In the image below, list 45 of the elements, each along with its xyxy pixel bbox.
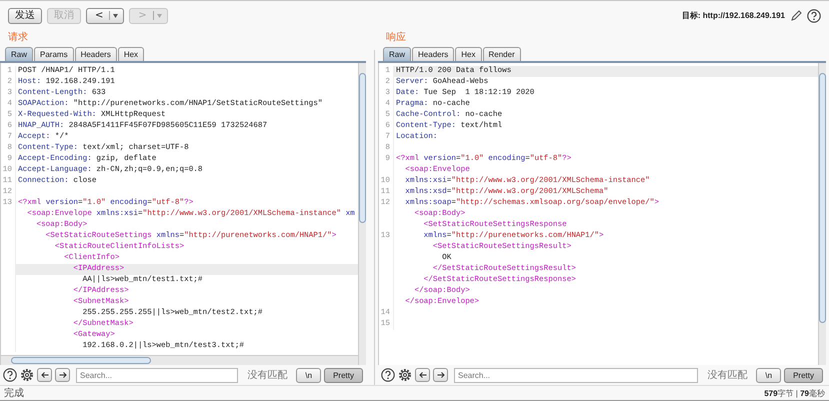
arrow-icon <box>418 372 426 378</box>
previous-button[interactable] <box>415 368 430 382</box>
arrow-icon <box>40 372 48 378</box>
match-status: 没有匹配 <box>707 369 748 382</box>
next-button[interactable] <box>55 368 70 382</box>
settings-icon[interactable] <box>20 368 34 382</box>
scrollbar[interactable] <box>358 63 366 365</box>
tab[interactable]: Headers <box>74 47 117 61</box>
settings-icon[interactable] <box>398 368 412 382</box>
tab[interactable]: Raw <box>5 47 34 61</box>
panel-heading: 请求 <box>7 30 29 45</box>
help-icon[interactable] <box>807 8 821 22</box>
tab[interactable]: Hex <box>118 47 144 61</box>
match-status: 没有匹配 <box>247 369 288 382</box>
tab[interactable]: Headers <box>412 47 454 61</box>
newline-button[interactable]: \n <box>756 368 782 382</box>
back-button[interactable]: < <box>86 8 124 24</box>
arrow-icon <box>58 372 66 378</box>
status-message: 完成 <box>4 386 24 400</box>
help-icon[interactable] <box>381 368 395 382</box>
caret-icon <box>156 14 162 18</box>
scrollbar-thumb[interactable] <box>819 73 826 323</box>
scrollbar[interactable] <box>818 63 826 365</box>
previous-button[interactable] <box>37 368 52 382</box>
next-button[interactable] <box>433 368 448 382</box>
response-stats: 579字节 | 79毫秒 <box>764 388 825 398</box>
search-field[interactable]: Search... <box>76 368 238 382</box>
scrollbar-thumb[interactable] <box>11 357 151 364</box>
pencil-icon[interactable] <box>790 10 802 22</box>
tab[interactable]: Raw <box>383 47 412 61</box>
send-button[interactable]: 发送 <box>8 8 42 24</box>
target-url: 目标: http://192.168.249.191 <box>682 10 785 21</box>
help-icon[interactable] <box>3 368 17 382</box>
newline-button[interactable]: \n <box>296 368 322 382</box>
tab[interactable]: Hex <box>455 47 482 61</box>
scrollbar-thumb[interactable] <box>359 73 366 223</box>
pretty-button[interactable]: Pretty <box>784 368 823 382</box>
pretty-button[interactable]: Pretty <box>324 368 363 382</box>
tab[interactable]: Params <box>34 47 74 61</box>
search-field[interactable]: Search... <box>454 368 698 382</box>
panel-heading: 响应 <box>385 30 407 45</box>
caret-icon <box>113 14 118 18</box>
tab[interactable]: Render <box>482 47 521 61</box>
arrow-icon <box>436 372 444 378</box>
scrollbar[interactable] <box>1 355 358 365</box>
